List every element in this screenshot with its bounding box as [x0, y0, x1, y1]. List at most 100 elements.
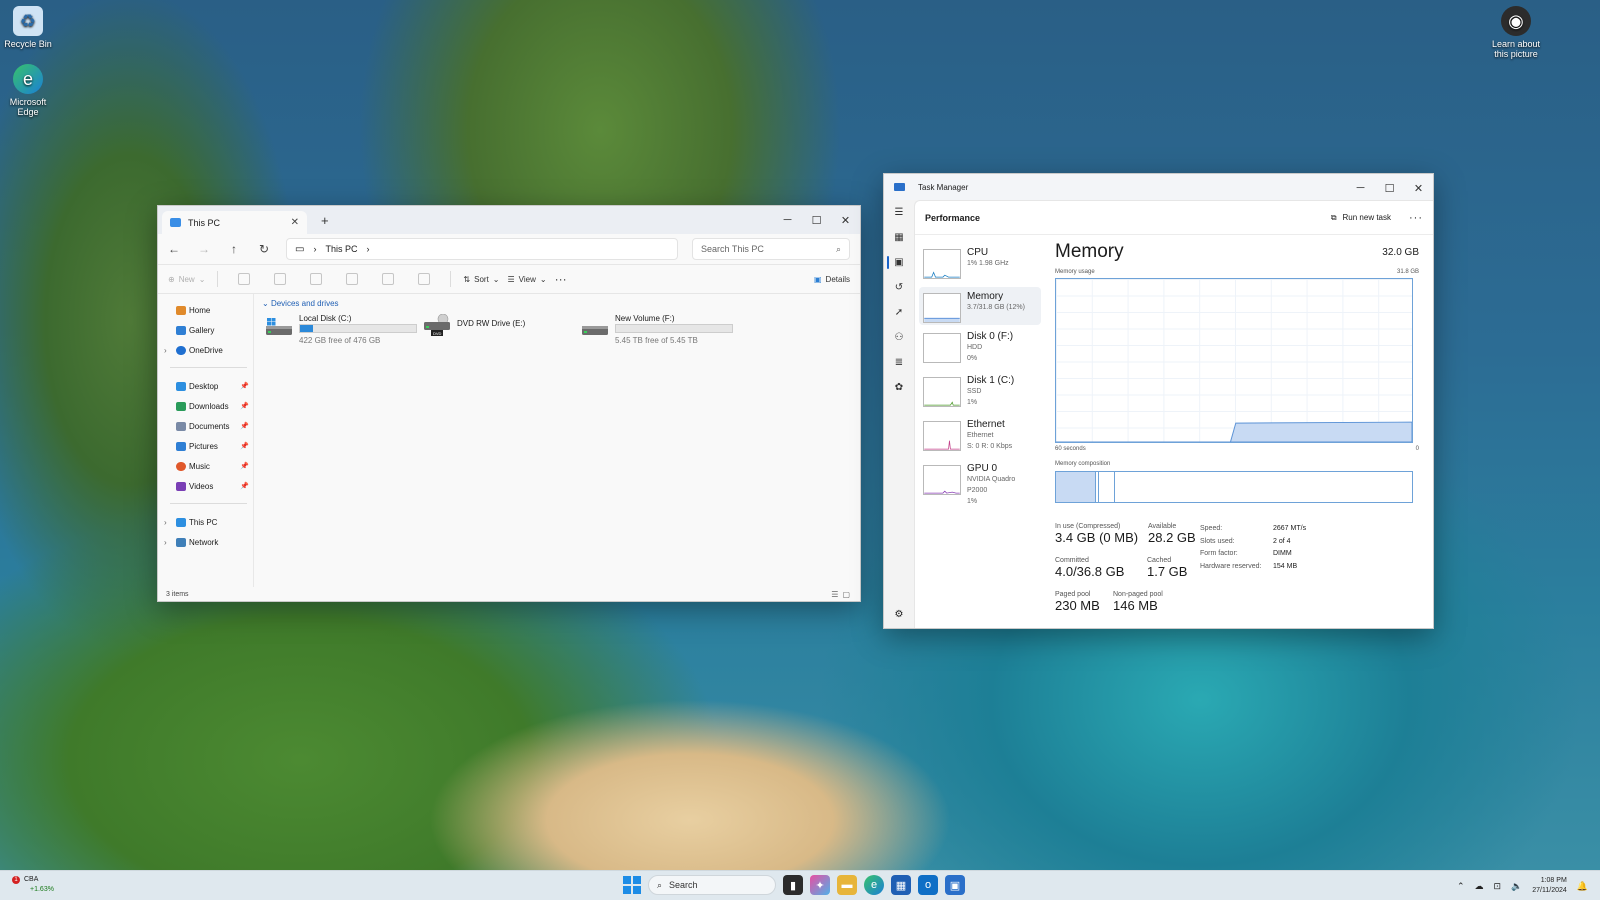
stock-widget[interactable]: 1 CBA +1.63%: [12, 875, 54, 895]
startup-apps-icon[interactable]: ➚: [884, 300, 914, 325]
resource-item-gpu[interactable]: GPU 0 NVIDIA Quadro P2000 1%: [919, 459, 1041, 505]
navigation-pane: Home Gallery › OneDrive Desktop 📌 Download…: [158, 294, 254, 587]
edge-shortcut[interactable]: e Microsoft Edge: [0, 64, 56, 117]
hamburger-menu-icon[interactable]: ☰: [884, 200, 914, 225]
nav-item-documents[interactable]: Documents 📌: [158, 416, 253, 436]
volume-icon[interactable]: 🔈: [1511, 881, 1522, 892]
store-icon[interactable]: ▦: [891, 875, 911, 895]
taskbar-search[interactable]: ⌕ Search: [648, 875, 776, 895]
close-icon[interactable]: ✕: [831, 206, 860, 234]
cloud-sync-icon[interactable]: ☁: [1475, 881, 1484, 892]
copilot-icon[interactable]: ✦: [810, 875, 830, 895]
details-view-icon[interactable]: ☰: [831, 590, 842, 599]
forward-arrow-icon[interactable]: →: [196, 242, 212, 256]
close-tab-icon[interactable]: ✕: [291, 217, 299, 228]
minimize-icon[interactable]: ─: [1346, 174, 1375, 202]
nav-item-videos[interactable]: Videos 📌: [158, 476, 253, 496]
tab-this-pc[interactable]: This PC ✕: [162, 211, 307, 234]
network-icon[interactable]: ⊡: [1494, 881, 1502, 892]
sort-button[interactable]: ⇅ Sort ⌄: [463, 275, 499, 284]
new-tab-icon[interactable]: +: [321, 213, 329, 228]
users-icon[interactable]: ⚇: [884, 325, 914, 350]
address-bar[interactable]: ▭ › This PC ›: [286, 238, 678, 260]
breadcrumb-chevron-icon[interactable]: ›: [366, 244, 369, 254]
drive-new-volume-f[interactable]: New Volume (F:) 5.45 TB free of 5.45 TB: [582, 314, 742, 345]
view-toggle: ☰▢: [831, 590, 854, 599]
settings-gear-icon[interactable]: ⚙: [884, 609, 914, 620]
clock[interactable]: 1:08 PM 27/11/2024: [1532, 876, 1567, 896]
memory-usage-graph: [1055, 278, 1413, 443]
breadcrumb-this-pc[interactable]: This PC: [325, 244, 357, 254]
picture-icon: [176, 441, 186, 451]
expand-chevron-icon: ›: [164, 345, 167, 355]
task-manager-window-controls: ─ ☐ ✕: [1346, 174, 1433, 202]
resource-item-disk0[interactable]: Disk 0 (F:) HDD 0%: [919, 327, 1041, 369]
close-icon[interactable]: ✕: [1404, 174, 1433, 202]
view-button[interactable]: ☰ View ⌄: [508, 275, 547, 284]
maximize-icon[interactable]: ☐: [802, 206, 831, 234]
command-bar: ⊕ New ⌄ ⇅ Sort ⌄ ☰ View ⌄ ··· ▣ Details: [158, 264, 860, 294]
gpu-sparkline: [923, 465, 961, 495]
rename-icon[interactable]: [346, 273, 359, 285]
back-arrow-icon[interactable]: ←: [166, 242, 182, 256]
run-task-icon: ⧉: [1330, 212, 1337, 222]
resource-item-memory[interactable]: Memory 3.7/31.8 GB (12%): [919, 287, 1041, 325]
group-header[interactable]: ⌄ Devices and drives: [262, 299, 852, 308]
processes-icon[interactable]: ▦: [884, 225, 914, 250]
nav-item-downloads[interactable]: Downloads 📌: [158, 396, 253, 416]
task-view-icon[interactable]: ▮: [783, 875, 803, 895]
new-button[interactable]: ⊕ New ⌄: [168, 275, 205, 284]
camera-icon: ◉: [1501, 6, 1531, 36]
drive-usage-fill: [300, 325, 313, 332]
paste-icon[interactable]: [310, 273, 323, 285]
drive-name: Local Disk (C:): [299, 314, 352, 323]
more-options-icon[interactable]: ···: [1409, 212, 1423, 224]
start-windows-icon[interactable]: [623, 876, 641, 894]
learn-picture-shortcut[interactable]: ◉ Learn about this picture: [1488, 6, 1544, 59]
details-button[interactable]: ▣ Details: [814, 275, 850, 284]
nav-item-music[interactable]: Music 📌: [158, 456, 253, 476]
resource-item-ethernet[interactable]: Ethernet Ethernet S: 0 R: 0 Kbps: [919, 415, 1041, 457]
resource-item-disk1[interactable]: Disk 1 (C:) SSD 1%: [919, 371, 1041, 413]
task-manager-taskbar-icon[interactable]: ▣: [945, 875, 965, 895]
recycle-bin-shortcut[interactable]: ♻ Recycle Bin: [0, 6, 56, 49]
services-icon[interactable]: ✿: [884, 375, 914, 400]
explorer-tab-bar: This PC ✕ + ─ ☐ ✕: [158, 206, 860, 234]
share-icon[interactable]: [382, 273, 395, 285]
drive-local-disk-c[interactable]: Local Disk (C:) 422 GB free of 476 GB: [266, 314, 426, 345]
graph-time-right: 0: [1415, 446, 1419, 452]
cut-icon[interactable]: [238, 273, 251, 285]
resource-list: CPU 1% 1.98 GHz Memory 3.7/31.8 GB (12%) D…: [919, 243, 1041, 505]
nav-item-gallery[interactable]: Gallery: [158, 320, 253, 340]
minimize-icon[interactable]: ─: [773, 206, 802, 234]
edge-icon[interactable]: e: [864, 875, 884, 895]
app-history-icon[interactable]: ↺: [884, 275, 914, 300]
taskbar-apps: ⌕ Search ▮ ✦ ▬ e ▦ o ▣: [623, 875, 965, 895]
maximize-icon[interactable]: ☐: [1375, 174, 1404, 202]
show-hidden-icons-chevron-icon[interactable]: ⌃: [1457, 881, 1465, 892]
refresh-icon[interactable]: ↻: [256, 242, 272, 256]
copy-icon[interactable]: [274, 273, 287, 285]
nav-item-this-pc[interactable]: › This PC: [158, 512, 253, 532]
run-new-task-button[interactable]: ⧉ Run new task: [1331, 213, 1391, 223]
monitor-icon: [170, 218, 181, 227]
nav-item-pictures[interactable]: Pictures 📌: [158, 436, 253, 456]
performance-icon[interactable]: ▣: [884, 250, 914, 275]
nav-item-network[interactable]: › Network: [158, 532, 253, 552]
drive-dvd-e[interactable]: DVD DVD RW Drive (E:): [424, 314, 564, 344]
outlook-icon[interactable]: o: [918, 875, 938, 895]
graph-time-left: 60 seconds: [1055, 446, 1086, 452]
resource-item-cpu[interactable]: CPU 1% 1.98 GHz: [919, 243, 1041, 285]
nav-item-home[interactable]: Home: [158, 300, 253, 320]
document-icon: [176, 421, 186, 431]
up-arrow-icon[interactable]: ↑: [226, 242, 242, 256]
notifications-bell-icon[interactable]: 🔔: [1577, 881, 1588, 892]
nav-item-desktop[interactable]: Desktop 📌: [158, 376, 253, 396]
delete-icon[interactable]: [418, 273, 431, 285]
more-options-icon[interactable]: ···: [555, 272, 567, 286]
nav-item-onedrive[interactable]: › OneDrive: [158, 340, 253, 360]
details-list-icon[interactable]: ≣: [884, 350, 914, 375]
search-input[interactable]: Search This PC ⌕: [692, 238, 850, 260]
file-explorer-icon[interactable]: ▬: [837, 875, 857, 895]
tiles-view-icon[interactable]: ▢: [842, 590, 854, 599]
